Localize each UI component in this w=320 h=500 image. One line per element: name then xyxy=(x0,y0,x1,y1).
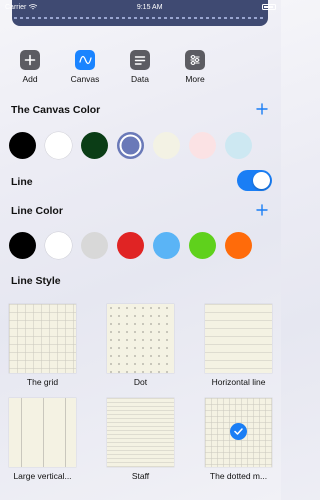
line-style-label: Dot xyxy=(133,377,148,387)
add-button[interactable]: Add xyxy=(10,50,50,84)
line-color-swatch[interactable] xyxy=(81,232,108,259)
canvas-color-swatch[interactable] xyxy=(225,132,252,159)
plus-icon xyxy=(256,204,268,216)
carrier-label: Carrier xyxy=(5,3,27,11)
line-color-swatch[interactable] xyxy=(153,232,180,259)
line-color-swatch[interactable] xyxy=(189,232,216,259)
line-style-title: Line Style xyxy=(11,275,61,287)
canvas-color-swatch[interactable] xyxy=(153,132,180,159)
more-label: More xyxy=(185,74,205,84)
plus-icon xyxy=(256,103,268,115)
text-lines-icon xyxy=(134,55,146,65)
line-toggle[interactable] xyxy=(237,170,272,191)
canvas-color-swatch[interactable] xyxy=(189,132,216,159)
canvas-button[interactable]: Canvas xyxy=(65,50,105,84)
line-color-swatch[interactable] xyxy=(225,232,252,259)
more-button[interactable]: More xyxy=(175,50,215,84)
canvas-color-title: The Canvas Color xyxy=(11,104,101,116)
line-color-swatch[interactable] xyxy=(45,232,72,259)
line-style-label: Staff xyxy=(131,471,150,481)
toolbar: Add Canvas Data More xyxy=(0,50,281,88)
line-style-dot-tile[interactable] xyxy=(107,304,174,373)
data-button[interactable]: Data xyxy=(120,50,160,84)
plus-icon xyxy=(24,54,36,66)
add-label: Add xyxy=(22,74,38,84)
status-time: 9:15 AM xyxy=(136,3,163,11)
line-style-vline-tile[interactable] xyxy=(9,398,76,467)
line-style-hline-tile[interactable] xyxy=(205,304,272,373)
line-style-label: Horizontal line xyxy=(211,377,266,387)
wave-icon xyxy=(78,55,92,65)
line-title: Line xyxy=(11,176,33,188)
canvas-label: Canvas xyxy=(70,74,100,84)
line-style-staff-tile[interactable] xyxy=(107,398,174,467)
checkmark-icon xyxy=(230,423,247,440)
line-style-label: Large vertical... xyxy=(13,471,72,481)
status-bar: Carrier 9:15 AM xyxy=(0,0,281,14)
add-canvas-color-button[interactable] xyxy=(255,103,269,117)
add-line-color-button[interactable] xyxy=(255,204,269,218)
line-style-label: The grid xyxy=(26,377,59,387)
data-label: Data xyxy=(131,74,149,84)
line-color-swatch[interactable] xyxy=(117,232,144,259)
line-style-dotted-grid-tile[interactable] xyxy=(205,398,272,467)
line-style-label: The dotted m... xyxy=(209,471,268,481)
canvas-color-swatch[interactable] xyxy=(117,132,144,159)
line-style-grid-tile[interactable] xyxy=(9,304,76,373)
canvas-color-swatch[interactable] xyxy=(81,132,108,159)
toggle-knob xyxy=(253,172,270,189)
battery-icon xyxy=(261,4,276,10)
canvas-color-swatch[interactable] xyxy=(45,132,72,159)
wifi-icon xyxy=(29,4,38,10)
line-color-title: Line Color xyxy=(11,205,63,217)
line-color-swatch[interactable] xyxy=(9,232,36,259)
sliders-icon xyxy=(190,55,200,65)
canvas-color-swatch[interactable] xyxy=(9,132,36,159)
